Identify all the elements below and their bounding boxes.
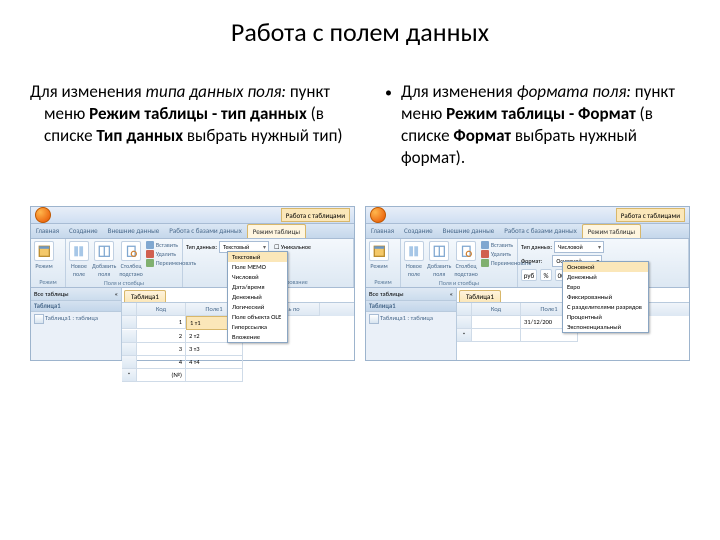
view-icon[interactable] bbox=[34, 241, 54, 261]
contextual-tab-title: Работа с таблицами bbox=[616, 208, 685, 222]
format-label: Формат: bbox=[521, 257, 542, 265]
view-icon[interactable] bbox=[369, 241, 389, 261]
new-field-icon[interactable] bbox=[69, 241, 89, 261]
tab-dbtools[interactable]: Работа с базами данных bbox=[164, 224, 246, 238]
tab-dbtools[interactable]: Работа с базами данных bbox=[499, 224, 581, 238]
nav-table-item[interactable]: Таблица1 : таблица bbox=[31, 312, 121, 324]
format-dropdown-list[interactable]: Основной Денежный Евро Фиксированный С р… bbox=[562, 261, 649, 333]
datatype-dropdown-list[interactable]: Текстовый Поле МЕМО Числовой Дата/время … bbox=[227, 251, 288, 343]
tab-datasheet[interactable]: Режим таблицы bbox=[582, 224, 641, 238]
slide-title: Работа с полем данных bbox=[30, 16, 690, 48]
unique-checkbox[interactable]: ☐ Уникальное bbox=[274, 243, 311, 251]
bullet-icon: • bbox=[385, 84, 392, 102]
add-fields-icon[interactable] bbox=[94, 241, 114, 261]
office-button-icon[interactable] bbox=[370, 207, 386, 223]
ribbon-tabs: Главная Создание Внешние данные Работа с… bbox=[366, 224, 689, 239]
object-tab[interactable]: Таблица1 bbox=[124, 290, 166, 302]
add-fields-icon[interactable] bbox=[429, 241, 449, 261]
chevron-down-icon[interactable]: « bbox=[450, 290, 453, 298]
contextual-tab-title: Работа с таблицами bbox=[281, 208, 350, 222]
datatype-label: Тип данных: bbox=[186, 243, 217, 251]
lookup-column-icon[interactable] bbox=[456, 241, 476, 261]
tab-external[interactable]: Внешние данные bbox=[103, 224, 165, 238]
tab-create[interactable]: Создание bbox=[64, 224, 103, 238]
chevron-down-icon[interactable]: « bbox=[115, 290, 118, 298]
percent-format-icon[interactable]: % bbox=[540, 269, 552, 281]
tab-create[interactable]: Создание bbox=[399, 224, 438, 238]
ribbon: Режим Режим Новое поле Добавить поля Сто… bbox=[31, 239, 354, 288]
currency-format-icon[interactable]: руб bbox=[521, 269, 537, 281]
tab-home[interactable]: Главная bbox=[366, 224, 399, 238]
ribbon-tabs: Главная Создание Внешние данные Работа с… bbox=[31, 224, 354, 239]
object-tab[interactable]: Таблица1 bbox=[459, 290, 501, 302]
tab-home[interactable]: Главная bbox=[31, 224, 64, 238]
office-button-icon[interactable] bbox=[35, 207, 51, 223]
new-field-icon[interactable] bbox=[404, 241, 424, 261]
navigation-pane: Все таблицы« Таблица1 Таблица1 : таблица bbox=[31, 288, 122, 360]
right-column: • Для изменения формата поля: пункт меню… bbox=[375, 64, 690, 186]
nav-table-item[interactable]: Таблица1 : таблица bbox=[366, 312, 456, 324]
screenshot-left: Работа с таблицами Главная Создание Внеш… bbox=[30, 206, 355, 361]
navigation-pane: Все таблицы« Таблица1 Таблица1 : таблица bbox=[366, 288, 457, 360]
datatype-dropdown[interactable]: Числовой bbox=[554, 241, 604, 253]
screenshot-right: Работа с таблицами Главная Создание Внеш… bbox=[365, 206, 690, 361]
lookup-column-icon[interactable] bbox=[121, 241, 141, 261]
datatype-label: Тип данных: bbox=[521, 243, 552, 251]
tab-external[interactable]: Внешние данные bbox=[438, 224, 500, 238]
left-column: Для изменения типа данных поля: пункт ме… bbox=[30, 64, 345, 186]
tab-datasheet[interactable]: Режим таблицы bbox=[247, 224, 306, 238]
ribbon: Режим Режим Новое поле Добавить поля Сто… bbox=[366, 239, 689, 288]
